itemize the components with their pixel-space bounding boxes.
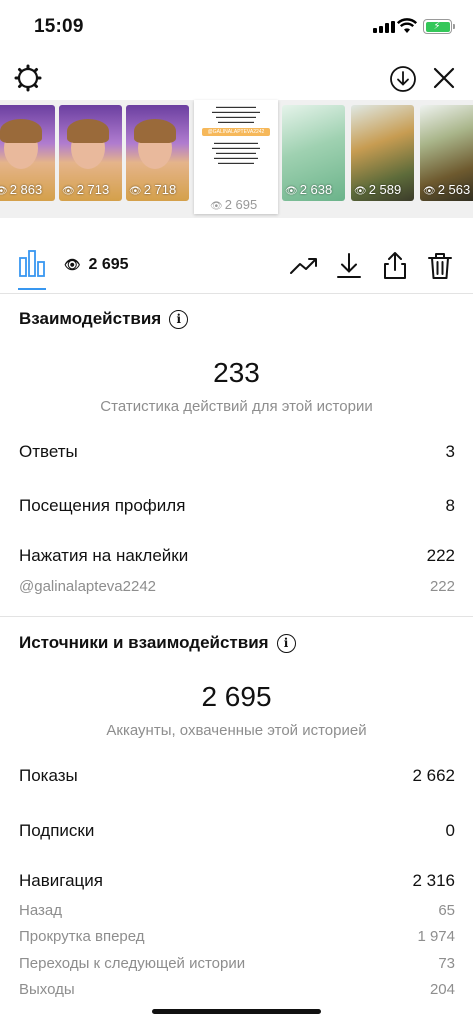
- navigation-row: Выходы 204: [19, 981, 455, 998]
- sources-subtitle: Аккаунты, охваченные этой историей: [106, 722, 367, 739]
- interactions-total: 233: [213, 357, 260, 388]
- share-icon[interactable]: [379, 250, 411, 282]
- section-divider: [0, 616, 473, 617]
- eye-icon: 👁: [64, 257, 81, 272]
- navigation-value: 1 974: [417, 928, 455, 945]
- eye-icon: 👁: [62, 186, 75, 197]
- story-thumbnail[interactable]: 👁 2 713: [59, 105, 122, 201]
- sources-total: 2 695: [201, 681, 272, 712]
- views-counter[interactable]: 👁 2 695: [64, 256, 129, 274]
- navigation-value: 204: [429, 981, 455, 998]
- download-circle-icon[interactable]: [387, 62, 419, 94]
- story-thumbnail[interactable]: 👁 2 718: [126, 105, 189, 201]
- trending-up-icon[interactable]: [288, 250, 320, 282]
- eye-icon: 👁: [129, 186, 142, 197]
- navigation-label: Назад: [19, 902, 62, 919]
- navigation-row: Переходы к следующей истории 73: [19, 955, 455, 972]
- stat-row: Посещения профиля 8: [19, 496, 455, 516]
- eye-icon: 👁: [354, 186, 367, 197]
- stat-value: 0: [445, 821, 455, 840]
- story-insights-header: [0, 56, 473, 100]
- stat-value: 2 316: [412, 871, 455, 890]
- eye-icon: 👁: [0, 186, 8, 197]
- stat-label: Навигация: [19, 871, 103, 890]
- stories-strip: 👁 2 863 👁 2 713 👁 2 718 ▬▬▬▬▬▬▬▬▬▬ ▬▬▬▬▬▬▬▬▬…: [0, 100, 473, 218]
- sources-section-title: Источники и взаимодействия i: [19, 633, 296, 653]
- download-icon[interactable]: [333, 250, 365, 282]
- stat-label: Нажатия на наклейки: [19, 546, 189, 565]
- navigation-row: Назад 65: [19, 902, 455, 919]
- story-views: 2 718: [143, 182, 177, 197]
- selected-story-thumbnail[interactable]: ▬▬▬▬▬▬▬▬▬▬ ▬▬▬▬▬▬▬▬▬▬▬▬ ▬▬▬▬▬▬▬▬▬▬ ▬▬▬▬▬▬▬▬…: [194, 100, 278, 214]
- story-thumbnail[interactable]: 👁 2 863: [0, 105, 55, 201]
- wifi-icon: [397, 18, 417, 33]
- story-thumbnail[interactable]: 👁 2 638: [282, 105, 345, 201]
- navigation-row: Прокрутка вперед 1 974: [19, 928, 455, 945]
- battery-icon: ⚡: [423, 19, 455, 34]
- story-thumbnail[interactable]: 👁 2 563: [420, 105, 473, 201]
- navigation-label: Переходы к следующей истории: [19, 955, 246, 972]
- settings-gear-icon[interactable]: [12, 62, 44, 94]
- stat-label: Посещения профиля: [19, 496, 186, 515]
- stat-row: Навигация 2 316: [19, 871, 455, 891]
- info-icon[interactable]: i: [276, 633, 296, 653]
- info-icon[interactable]: i: [169, 309, 189, 329]
- story-views: 2 563: [437, 182, 471, 197]
- story-views: 2 863: [9, 182, 43, 197]
- stat-row: Нажатия на наклейки 222: [19, 546, 455, 566]
- interactions-section-title: Взаимодействия i: [19, 309, 189, 329]
- navigation-value: 65: [438, 902, 455, 919]
- views-count: 2 695: [88, 256, 129, 273]
- home-indicator[interactable]: [152, 1009, 321, 1014]
- insights-toolbar: 👁 2 695: [0, 236, 473, 294]
- story-views: 2 695: [224, 197, 258, 212]
- stat-value: 222: [426, 546, 455, 565]
- story-views: 2 589: [368, 182, 402, 197]
- selection-pointer: [226, 226, 246, 236]
- navigation-label: Прокрутка вперед: [19, 928, 145, 945]
- sticker-value: 222: [429, 578, 455, 595]
- stat-row: Подписки 0: [19, 821, 455, 841]
- sticker-label: @galinalapteva2242: [19, 578, 156, 595]
- stat-value: 8: [445, 496, 455, 515]
- interactions-subtitle: Статистика действий для этой истории: [100, 398, 373, 415]
- navigation-value: 73: [438, 955, 455, 972]
- story-thumbnail[interactable]: 👁 2 589: [351, 105, 414, 201]
- story-views: 2 713: [76, 182, 110, 197]
- stat-label: Ответы: [19, 442, 78, 461]
- stat-value: 2 662: [412, 766, 455, 785]
- status-bar: 15:09 ⚡: [0, 0, 473, 56]
- eye-icon: 👁: [423, 186, 436, 197]
- stat-row: Показы 2 662: [19, 766, 455, 786]
- trash-icon[interactable]: [424, 250, 456, 282]
- bar-chart-icon[interactable]: [18, 248, 46, 278]
- story-views: 2 638: [299, 182, 333, 197]
- status-time: 15:09: [34, 16, 84, 37]
- stat-value: 3: [445, 442, 455, 461]
- cellular-signal-icon: [373, 21, 395, 33]
- close-icon[interactable]: [428, 62, 460, 94]
- stat-row: Ответы 3: [19, 442, 455, 462]
- eye-icon: 👁: [285, 186, 298, 197]
- navigation-label: Выходы: [19, 981, 75, 998]
- stat-label: Подписки: [19, 821, 95, 840]
- active-tab-indicator: [18, 288, 46, 290]
- eye-icon: 👁: [210, 201, 223, 212]
- sticker-row: @galinalapteva2242 222: [19, 578, 455, 595]
- mention-sticker: @GALINALAPTEVA2242: [202, 128, 270, 136]
- stat-label: Показы: [19, 766, 78, 785]
